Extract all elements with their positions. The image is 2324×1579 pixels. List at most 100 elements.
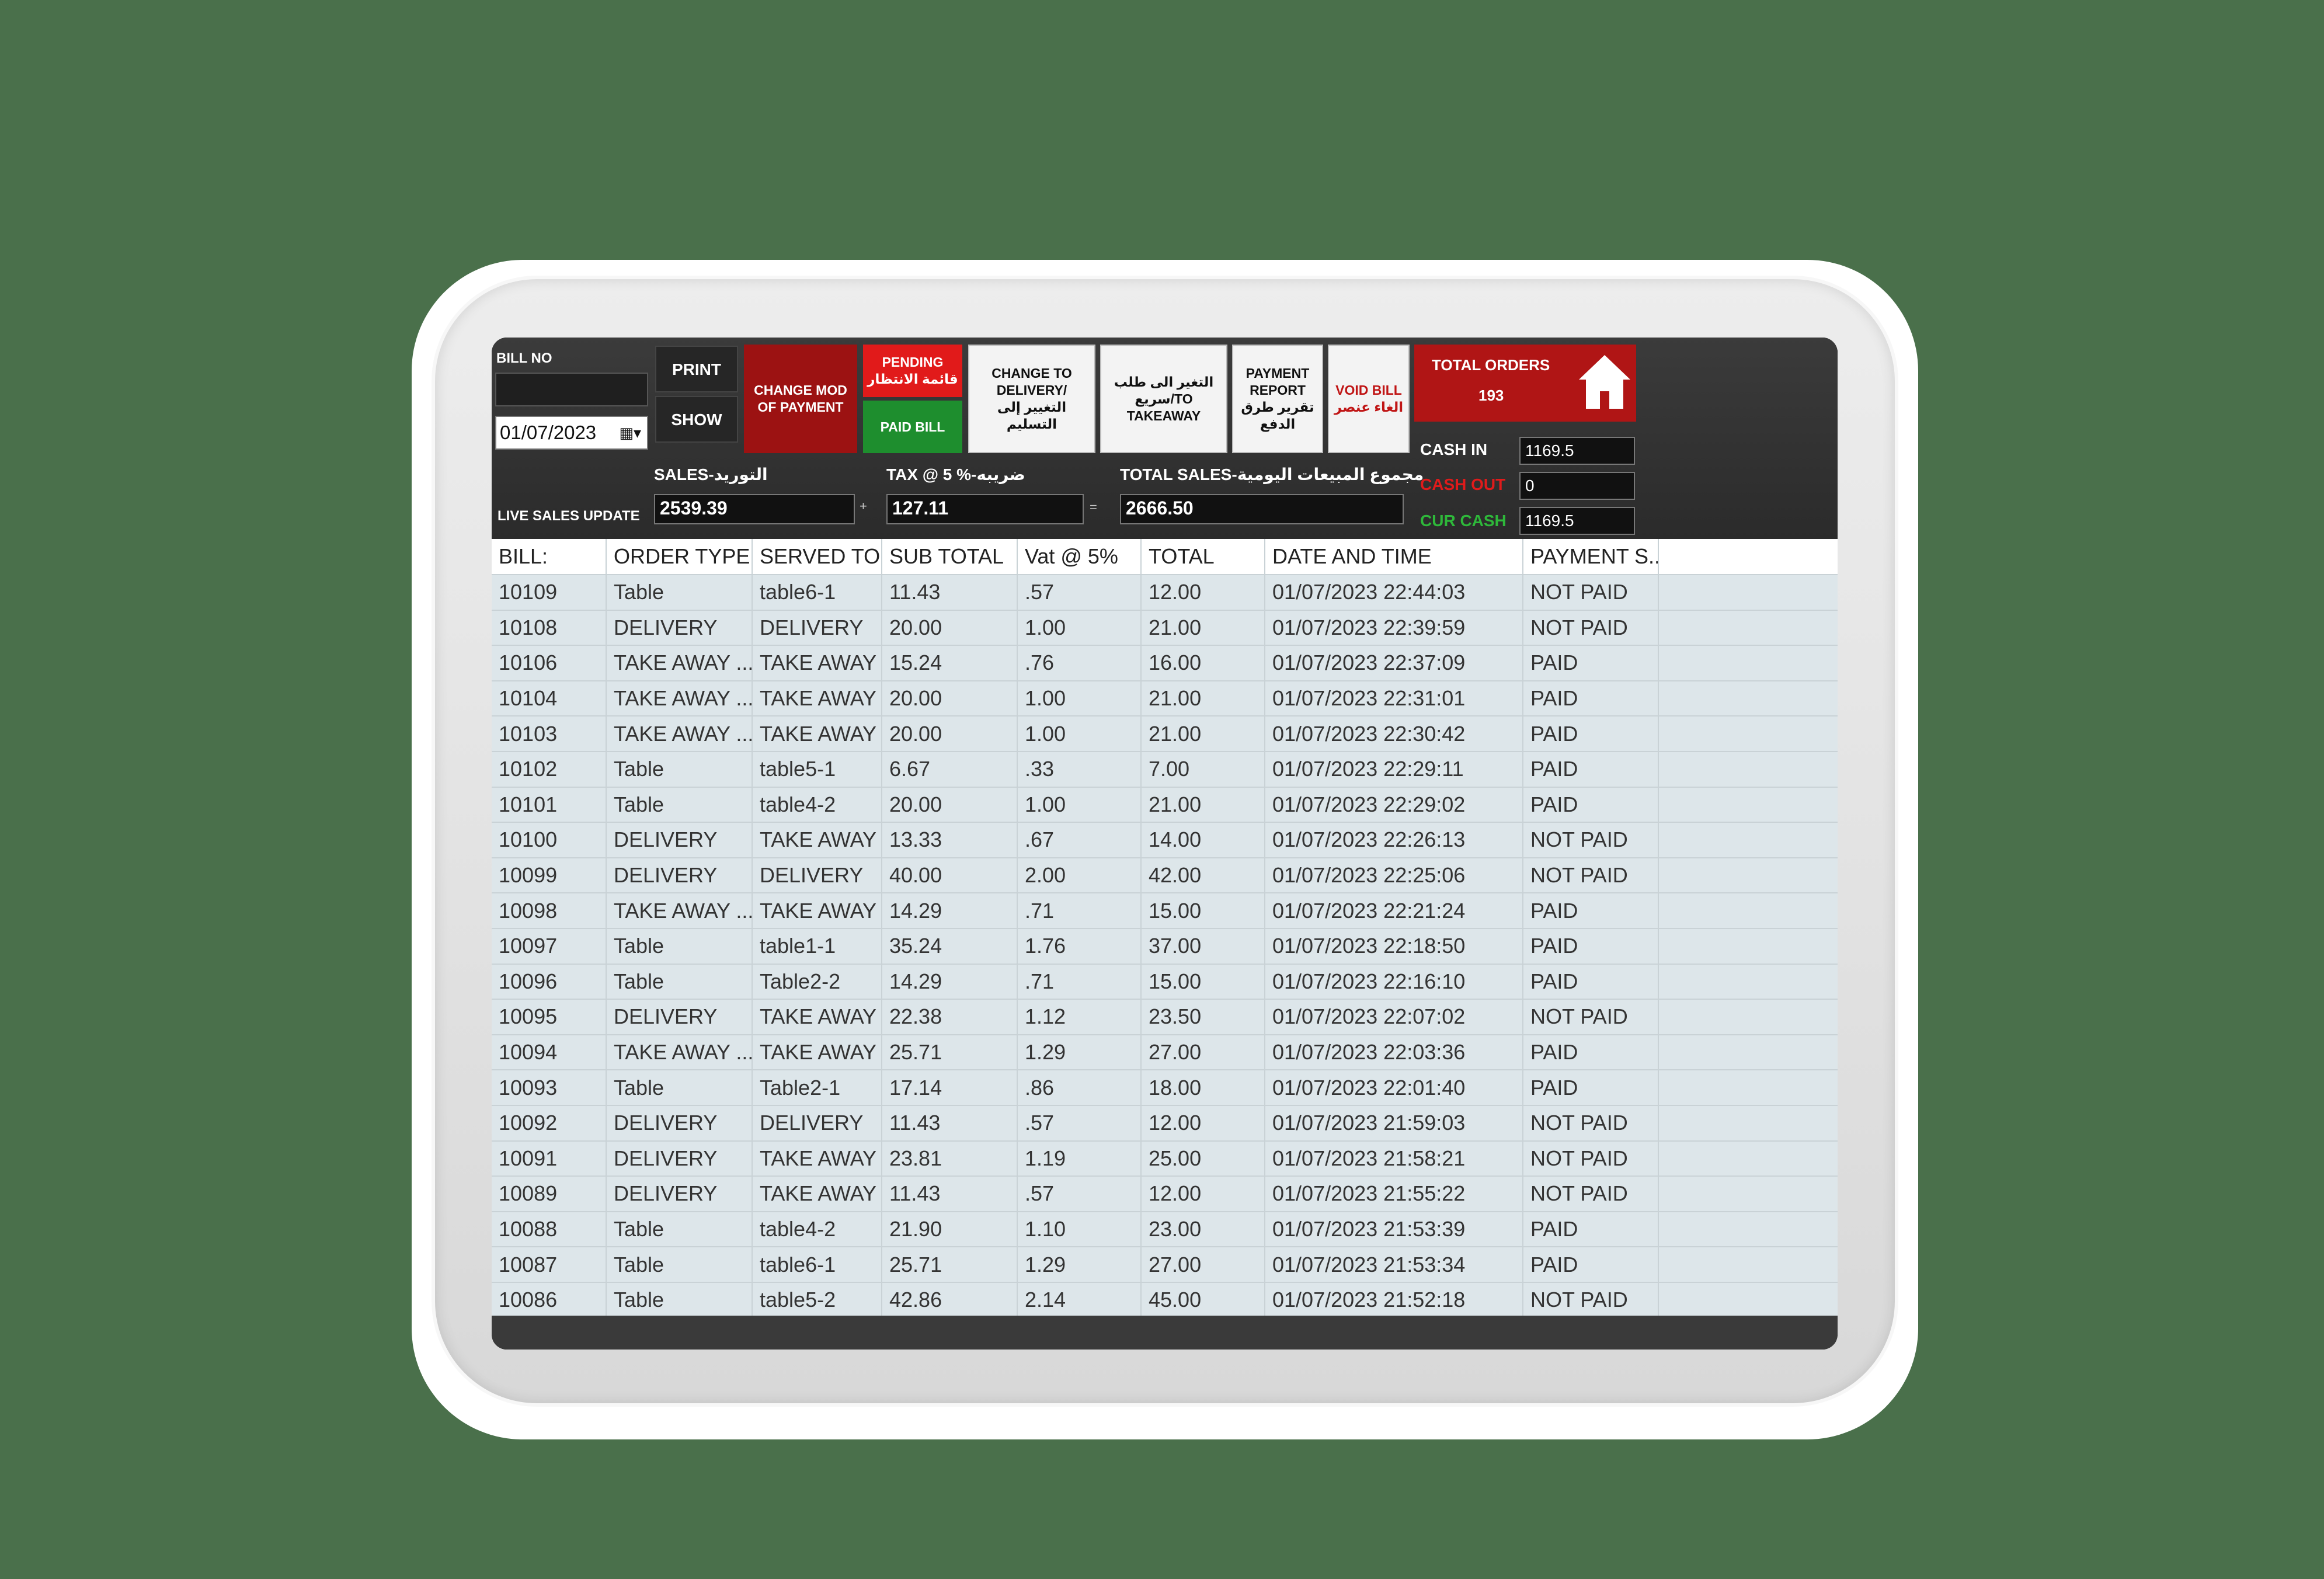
total-cell: 23.00: [1141, 1211, 1265, 1248]
table-row[interactable]: 10095 DELIVERY TAKE AWAY 22.38 1.12 23.50 01/0…: [492, 999, 1838, 1035]
table-row[interactable]: 10094 TAKE AWAY ... TAKE AWAY 25.71 1.29 27.0…: [492, 1034, 1838, 1071]
vat-cell: 2.00: [1017, 857, 1142, 894]
total-cell: 14.00: [1141, 822, 1265, 858]
change-mod-of-payment-button[interactable]: CHANGE MOD OF PAYMENT: [744, 345, 857, 453]
sub-total-cell: 25.71: [882, 1247, 1018, 1283]
change-to-takeaway-button[interactable]: التغير الى طلب سريع/TO TAKEAWAY: [1100, 345, 1227, 453]
vat-cell: .86: [1017, 1070, 1142, 1106]
change-to-delivery-button[interactable]: CHANGE TO DELIVERY/التغيير إلى التسليم: [968, 345, 1095, 453]
column-header-sub-total[interactable]: SUB TOTAL: [882, 539, 1018, 575]
order-type-cell: DELIVERY: [606, 822, 753, 858]
payment-status-cell: PAID: [1523, 751, 1659, 788]
blank-cell: [1658, 822, 1838, 858]
date-picker[interactable]: 01/07/2023 ▦▾: [495, 416, 648, 450]
blank-cell: [1658, 1211, 1838, 1248]
sub-total-cell: 15.24: [882, 645, 1018, 681]
column-header-date-time[interactable]: DATE AND TIME: [1265, 539, 1523, 575]
pending-label-ar: قائمة الانتظار: [867, 371, 958, 387]
cur-cash-row: CUR CASH 1169.5: [1420, 507, 1642, 539]
table-row[interactable]: 10096 Table Table2-2 14.29.71 15.00 01/07/202…: [492, 964, 1838, 1000]
payment-status-cell: PAID: [1523, 893, 1659, 929]
date-time-cell: 01/07/2023 22:18:50: [1265, 928, 1523, 965]
table-row[interactable]: 10091 DELIVERY TAKE AWAY 23.81 1.19 25.00 01/0…: [492, 1140, 1838, 1177]
column-header-payment-status[interactable]: PAYMENT S...: [1523, 539, 1659, 575]
table-row[interactable]: 10106 TAKE AWAY ... TAKE AWAY 15.24.76 16.00…: [492, 645, 1838, 681]
table-row[interactable]: 10097 Table table1-1 35.24 1.76 37.00 01/07/20…: [492, 928, 1838, 965]
payment-status-cell: NOT PAID: [1523, 999, 1659, 1035]
vat-cell: .71: [1017, 893, 1142, 929]
table-row[interactable]: 10108 DELIVERY DELIVERY 20.00 1.00 21.00 01/07…: [492, 610, 1838, 646]
table-row[interactable]: 10092 DELIVERY DELIVERY 11.43.57 12.00 01/07/…: [492, 1105, 1838, 1142]
date-time-cell: 01/07/2023 22:30:42: [1265, 716, 1523, 752]
date-time-cell: 01/07/2023 22:25:06: [1265, 857, 1523, 894]
table-row[interactable]: 10102 Table table5-1 6.67.33 7.00 01/07/2023 …: [492, 751, 1838, 788]
bill-cell: 10104: [492, 680, 607, 717]
table-row[interactable]: 10087 Table table6-1 25.71 1.29 27.00 01/07/20…: [492, 1247, 1838, 1283]
sub-total-cell: 40.00: [882, 857, 1018, 894]
vat-cell: 1.10: [1017, 1211, 1142, 1248]
date-time-cell: 01/07/2023 21:55:22: [1265, 1176, 1523, 1212]
blank-cell: [1658, 1247, 1838, 1283]
date-time-cell: 01/07/2023 22:16:10: [1265, 964, 1523, 1000]
date-time-cell: 01/07/2023 22:01:40: [1265, 1070, 1523, 1106]
table-row[interactable]: 10100 DELIVERY TAKE AWAY 13.33.67 14.00 01/07…: [492, 822, 1838, 858]
blank-cell: [1658, 857, 1838, 894]
served-to-cell: TAKE AWAY: [752, 1140, 882, 1177]
column-header-order-type[interactable]: ORDER TYPE: [606, 539, 753, 575]
bill-cell: 10086: [492, 1282, 607, 1319]
table-row[interactable]: 10086 Table table5-2 42.86 2.14 45.00 01/07/20…: [492, 1282, 1838, 1319]
total-orders-panel: TOTAL ORDERS 193: [1414, 345, 1636, 422]
column-header-total[interactable]: TOTAL: [1141, 539, 1265, 575]
plus-sign: +: [860, 499, 867, 513]
table-row[interactable]: 10089 DELIVERY TAKE AWAY 11.43.57 12.00 01/07…: [492, 1176, 1838, 1212]
order-type-cell: Table: [606, 964, 753, 1000]
sub-total-cell: 6.67: [882, 751, 1018, 788]
blank-cell: [1658, 787, 1838, 823]
vat-cell: .33: [1017, 751, 1142, 788]
table-row[interactable]: 10101 Table table4-2 20.00 1.00 21.00 01/07/20…: [492, 787, 1838, 823]
toolbar: BILL NO 01/07/2023 ▦▾ PRINT SHOW CHANGE …: [492, 338, 1838, 539]
bill-no-input[interactable]: [495, 373, 648, 406]
table-row[interactable]: 10109 Table table6-1 11.43.57 12.00 01/07/202…: [492, 575, 1838, 611]
served-to-cell: TAKE AWAY: [752, 893, 882, 929]
bill-cell: 10102: [492, 751, 607, 788]
table-row[interactable]: 10104 TAKE AWAY ... TAKE AWAY 20.00 1.00 21.0…: [492, 680, 1838, 717]
column-header-vat[interactable]: Vat @ 5%: [1017, 539, 1142, 575]
vat-cell: 1.76: [1017, 928, 1142, 965]
bill-cell: 10095: [492, 999, 607, 1035]
column-header-bill[interactable]: BILL:: [492, 539, 607, 575]
served-to-cell: table6-1: [752, 575, 882, 611]
table-row[interactable]: 10093 Table Table2-1 17.14.86 18.00 01/07/202…: [492, 1070, 1838, 1106]
table-row[interactable]: 10103 TAKE AWAY ... TAKE AWAY 20.00 1.00 21.0…: [492, 716, 1838, 752]
payment-status-cell: NOT PAID: [1523, 822, 1659, 858]
blank-cell: [1658, 1034, 1838, 1071]
void-bill-button[interactable]: VOID BILL الغاء عنصر: [1328, 345, 1410, 453]
home-icon[interactable]: [1577, 353, 1633, 411]
date-time-cell: 01/07/2023 22:29:11: [1265, 751, 1523, 788]
sub-total-cell: 20.00: [882, 610, 1018, 646]
table-row[interactable]: 10098 TAKE AWAY ... TAKE AWAY 14.29.71 15.00…: [492, 893, 1838, 929]
table-row[interactable]: 10088 Table table4-2 21.90 1.10 23.00 01/07/20…: [492, 1211, 1838, 1248]
paid-bill-button[interactable]: PAID BILL: [863, 401, 962, 453]
table-row[interactable]: 10099 DELIVERY DELIVERY 40.00 2.00 42.00 01/07…: [492, 857, 1838, 894]
column-header-served-to[interactable]: SERVED TO: [752, 539, 882, 575]
show-button[interactable]: SHOW: [655, 396, 738, 443]
bill-cell: 10109: [492, 575, 607, 611]
bill-cell: 10100: [492, 822, 607, 858]
order-type-cell: Table: [606, 928, 753, 965]
blank-cell: [1658, 964, 1838, 1000]
print-button[interactable]: PRINT: [655, 346, 738, 392]
payment-report-button[interactable]: PAYMENT REPORT تقرير طرق الدفع: [1232, 345, 1323, 453]
column-header-blank: [1658, 539, 1838, 575]
sub-total-cell: 11.43: [882, 575, 1018, 611]
served-to-cell: DELIVERY: [752, 610, 882, 646]
vat-cell: .57: [1017, 1176, 1142, 1212]
date-time-cell: 01/07/2023 22:03:36: [1265, 1034, 1523, 1071]
bill-cell: 10094: [492, 1034, 607, 1071]
vat-cell: 1.29: [1017, 1034, 1142, 1071]
sub-total-cell: 14.29: [882, 893, 1018, 929]
calendar-icon[interactable]: ▦▾: [619, 424, 641, 442]
vat-cell: 1.00: [1017, 787, 1142, 823]
bill-cell: 10099: [492, 857, 607, 894]
pending-button[interactable]: PENDING قائمة الانتظار: [863, 345, 962, 397]
